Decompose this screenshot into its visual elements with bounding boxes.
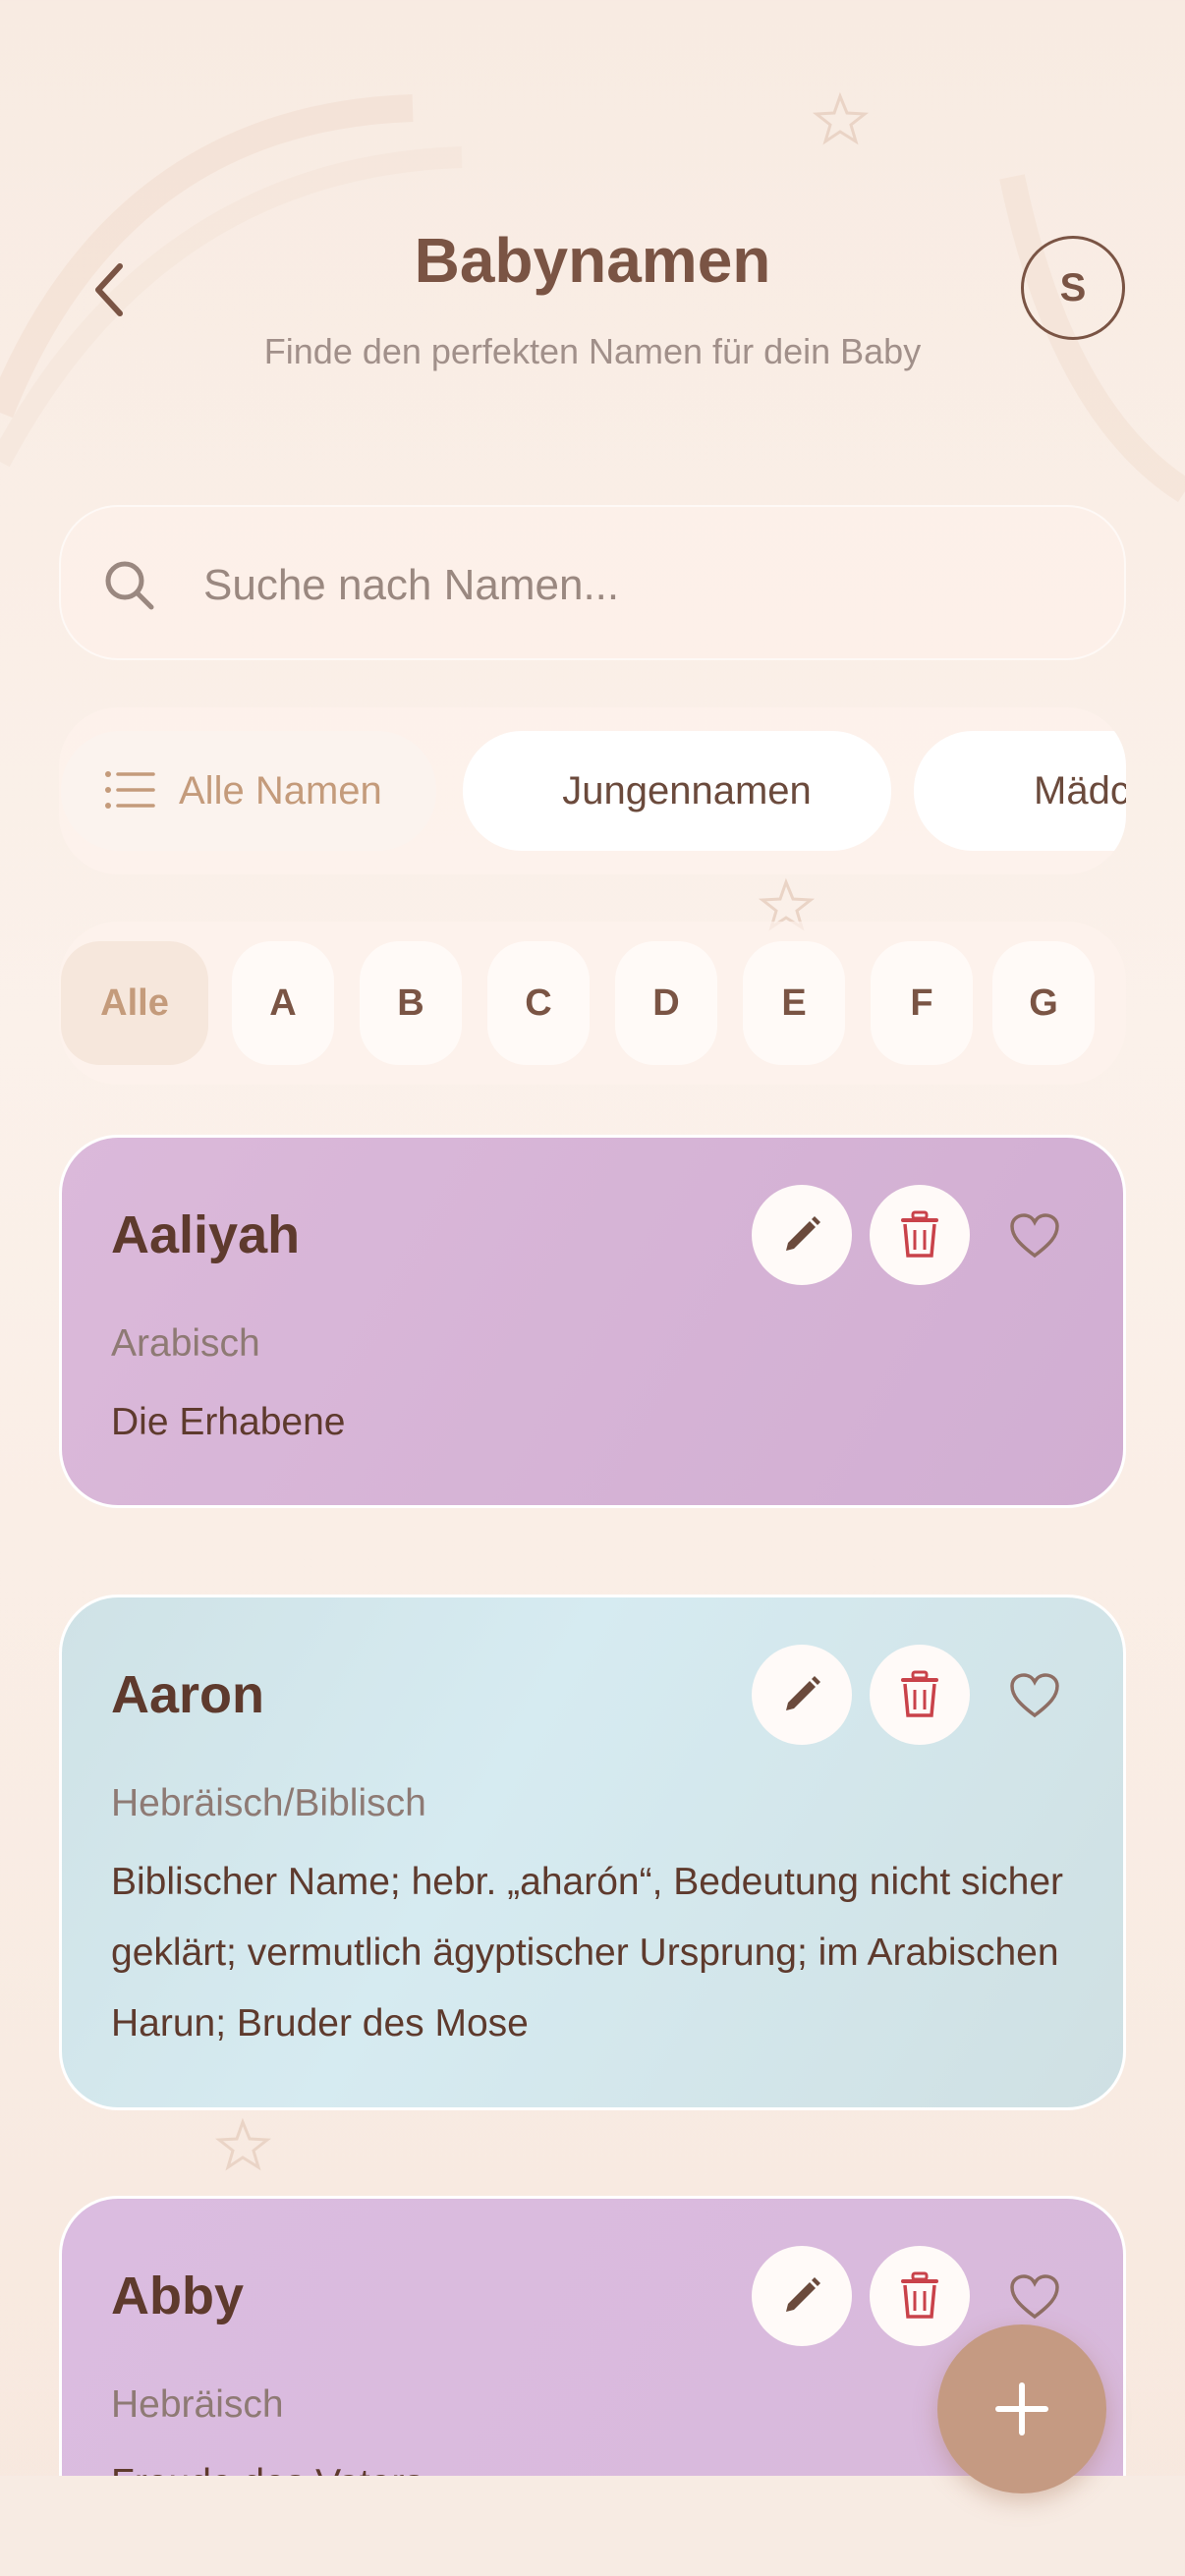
- letter-chip-c[interactable]: C: [487, 941, 590, 1065]
- trash-icon: [901, 1670, 938, 1717]
- plus-icon: [995, 2382, 1048, 2436]
- filter-chip-boys[interactable]: Jungennamen: [463, 731, 891, 851]
- page-title: Babynamen: [414, 225, 771, 296]
- name-card[interactable]: Aaliyah Arabisch Die Erhabene: [59, 1135, 1126, 1508]
- card-meaning: Die Erhabene: [111, 1401, 346, 1443]
- pencil-icon: [786, 1216, 820, 1251]
- filter-chip-girls[interactable]: Mädchennamen: [914, 731, 1126, 851]
- card-name: Abby: [111, 2267, 244, 2325]
- list-icon: [105, 771, 155, 809]
- letter-chip-g[interactable]: G: [992, 941, 1095, 1065]
- letter-chip-d[interactable]: D: [615, 941, 717, 1065]
- search-bar[interactable]: [59, 505, 1126, 660]
- edit-button[interactable]: [752, 1185, 852, 1285]
- search-icon: [105, 561, 154, 610]
- letter-chip-all[interactable]: Alle: [61, 941, 208, 1065]
- letter-chip-f[interactable]: F: [871, 941, 973, 1065]
- add-name-button[interactable]: [937, 2324, 1106, 2493]
- delete-button[interactable]: [870, 2246, 970, 2346]
- edit-button[interactable]: [752, 2246, 852, 2346]
- favorite-button[interactable]: [995, 1656, 1074, 1735]
- delete-button[interactable]: [870, 1185, 970, 1285]
- letter-filter-row: Alle A B C D E F G: [59, 922, 1126, 1085]
- filter-chip-label: Jungennamen: [562, 768, 812, 812]
- page-subtitle: Finde den perfekten Namen für dein Baby: [263, 331, 922, 371]
- pencil-icon: [786, 2277, 820, 2312]
- trash-icon: [901, 2271, 938, 2319]
- filter-chip-label: Alle Namen: [179, 768, 382, 812]
- heart-outline-icon: [1010, 1213, 1059, 1259]
- card-origin: Hebräisch: [111, 2383, 284, 2426]
- card-name: Aaron: [111, 1665, 265, 1724]
- letter-chip-a[interactable]: A: [232, 941, 334, 1065]
- letter-chip-b[interactable]: B: [360, 941, 462, 1065]
- filter-chip-all-names[interactable]: Alle Namen: [61, 731, 436, 851]
- card-meaning: Biblischer Name; hebr. „aharón“, Bedeutu…: [111, 1861, 1064, 2044]
- favorite-button[interactable]: [995, 1197, 1074, 1275]
- heart-outline-icon: [1010, 1673, 1059, 1718]
- pencil-icon: [786, 1676, 820, 1710]
- name-card[interactable]: Aaron Hebräisch/Biblisch Biblischer Name…: [59, 1595, 1126, 2110]
- letter-chip-e[interactable]: E: [743, 941, 845, 1065]
- search-input[interactable]: [203, 546, 1068, 625]
- card-origin: Hebräisch/Biblisch: [111, 1782, 426, 1824]
- heart-outline-icon: [1010, 2274, 1059, 2320]
- card-name: Aaliyah: [111, 1205, 301, 1264]
- card-origin: Arabisch: [111, 1322, 260, 1365]
- delete-button[interactable]: [870, 1645, 970, 1745]
- category-filter-row: Alle Namen Jungennamen Mädchennamen: [59, 707, 1126, 874]
- trash-icon: [901, 1210, 938, 1258]
- avatar[interactable]: S: [1021, 236, 1125, 340]
- filter-chip-label: Mädchennamen: [1034, 768, 1126, 812]
- edit-button[interactable]: [752, 1645, 852, 1745]
